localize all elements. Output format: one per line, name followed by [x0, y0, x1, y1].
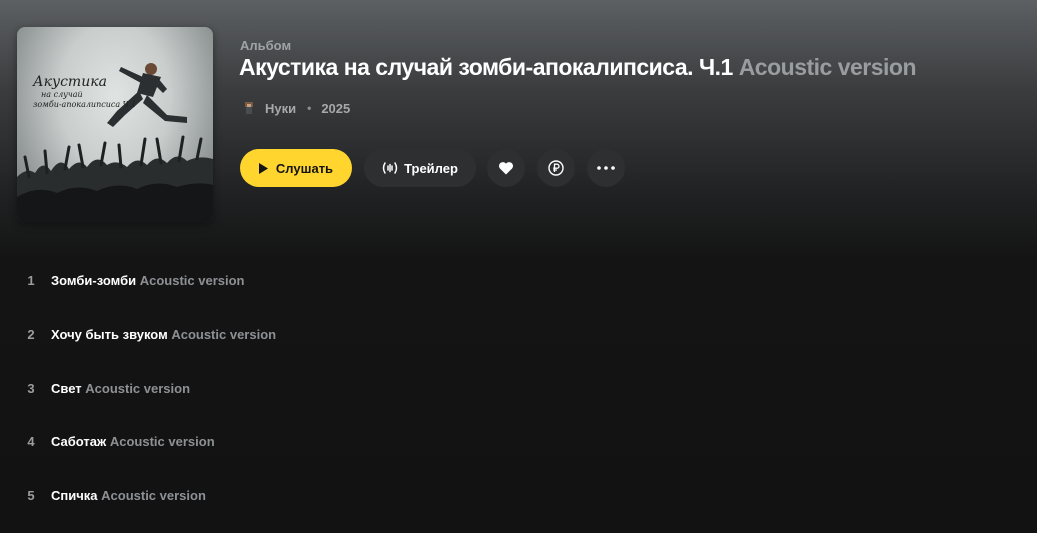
cover-line-3: зомби-апокалипсиса Ч.1	[33, 100, 137, 109]
track-number: 3	[27, 380, 35, 396]
artist-avatar-icon	[245, 102, 253, 114]
track-version: Acoustic version	[171, 326, 277, 342]
cover-title: Акустика на случай зомби-апокалипсиса Ч.…	[33, 75, 136, 109]
play-icon	[258, 162, 268, 174]
cover-line-2: на случай	[41, 90, 83, 99]
track-title: Хочу быть звуком Acoustic version	[51, 327, 276, 342]
heart-icon	[498, 162, 514, 175]
cover-line-1: Акустика	[33, 74, 107, 90]
track-row[interactable]: 5 Спичка Acoustic version	[0, 485, 600, 505]
track-name: Спичка	[51, 487, 98, 503]
album-title: Акустика на случай зомби-апокалипсиса. Ч…	[239, 54, 917, 81]
waveform-icon	[382, 162, 398, 174]
album-meta: Нуки • 2025	[244, 100, 350, 116]
donate-button[interactable]	[537, 149, 575, 187]
play-button-label: Слушать	[275, 160, 334, 176]
track-number: 2	[27, 326, 35, 342]
album-title-version: Acoustic version	[738, 54, 917, 80]
track-title: Зомби-зомби Acoustic version	[51, 273, 244, 288]
track-row[interactable]: 1 Зомби-зомби Acoustic version	[0, 270, 600, 290]
track-row[interactable]: 3 Свет Acoustic version	[0, 378, 600, 398]
track-version: Acoustic version	[85, 380, 191, 396]
like-button[interactable]	[487, 149, 525, 187]
track-name: Хочу быть звуком	[51, 326, 168, 342]
track-number: 5	[27, 487, 35, 503]
track-name: Свет	[51, 380, 82, 396]
track-version: Acoustic version	[109, 433, 215, 449]
more-button[interactable]	[587, 149, 625, 187]
album-type-label: Альбом	[240, 38, 292, 53]
track-version: Acoustic version	[101, 487, 206, 503]
artist-link[interactable]: Нуки	[265, 101, 296, 116]
more-dots-icon	[597, 166, 615, 170]
play-button[interactable]: Слушать	[240, 149, 352, 187]
track-version: Acoustic version	[139, 272, 245, 288]
track-number: 4	[27, 433, 35, 449]
track-name: Саботаж	[51, 433, 107, 449]
track-title: Саботаж Acoustic version	[51, 434, 215, 449]
album-title-main: Акустика на случай зомби-апокалипсиса. Ч…	[239, 54, 733, 80]
ruble-icon	[548, 160, 564, 176]
album-cover[interactable]: Акустика на случай зомби-апокалипсиса Ч.…	[17, 27, 213, 223]
track-title: Свет Acoustic version	[51, 381, 190, 396]
track-row[interactable]: 4 Саботаж Acoustic version	[0, 431, 600, 451]
album-year: 2025	[321, 100, 351, 116]
track-title: Спичка Acoustic version	[51, 488, 206, 503]
cover-artwork	[17, 63, 213, 223]
trailer-button[interactable]: Трейлер	[364, 149, 476, 187]
meta-separator: •	[307, 101, 312, 115]
track-name: Зомби-зомби	[51, 272, 137, 288]
track-number: 1	[27, 272, 35, 288]
trailer-button-label: Трейлер	[404, 160, 458, 176]
track-row[interactable]: 2 Хочу быть звуком Acoustic version	[0, 324, 600, 344]
